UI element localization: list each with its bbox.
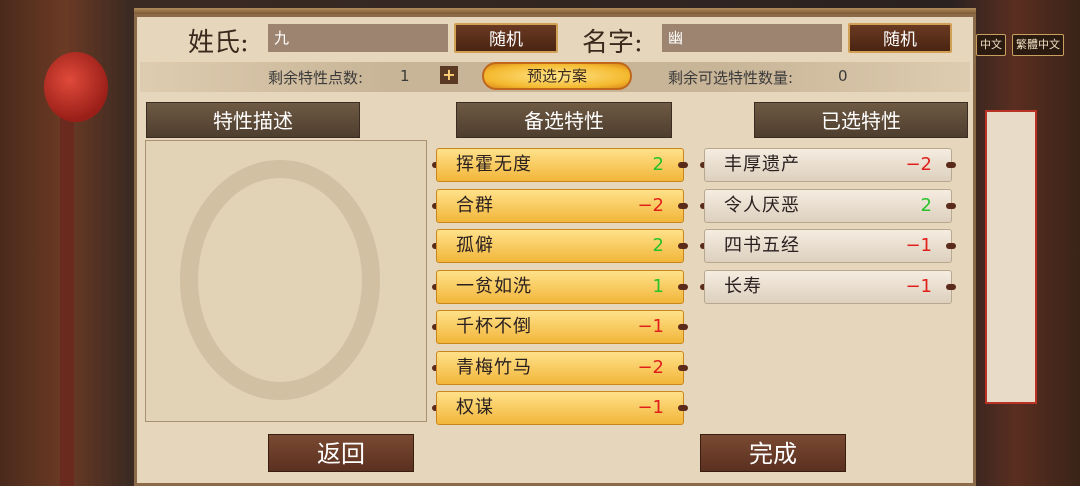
trait-value: −2	[637, 356, 664, 378]
pin-icon	[946, 243, 956, 249]
pin-icon	[946, 162, 956, 168]
surname-random-button[interactable]: 随机	[454, 23, 558, 53]
lantern-decoration	[44, 52, 108, 122]
givenname-random-button[interactable]: 随机	[848, 23, 952, 53]
surname-input[interactable]: 九	[268, 24, 448, 52]
language-simplified-button[interactable]: 中文	[976, 34, 1006, 56]
trait-value: 2	[652, 235, 664, 256]
tab-selected-traits: 已选特性	[754, 102, 968, 138]
tab-trait-description: 特性描述	[146, 102, 360, 138]
background-pole	[60, 60, 74, 486]
trait-value: 2	[652, 154, 664, 175]
add-points-plus-icon[interactable]: +	[440, 66, 458, 84]
available-trait-item[interactable]: 千杯不倒 −1	[432, 310, 688, 344]
selected-trait-item[interactable]: 丰厚遗产 −2	[700, 148, 956, 182]
pin-icon	[678, 405, 688, 411]
trait-name: 青梅竹马	[456, 356, 532, 378]
trait-name: 孤僻	[456, 235, 494, 256]
available-trait-item[interactable]: 一贫如洗 1	[432, 269, 688, 304]
trait-name: 四书五经	[724, 235, 800, 256]
pin-icon	[678, 324, 688, 330]
tab-available-traits: 备选特性	[456, 102, 672, 138]
trait-value: −1	[637, 316, 664, 337]
trait-value: −1	[637, 397, 664, 418]
done-button[interactable]: 完成	[700, 434, 846, 472]
pin-icon	[678, 243, 688, 249]
trait-name: 一贫如洗	[456, 275, 532, 297]
selected-trait-item[interactable]: 令人厌恶 2	[700, 188, 956, 223]
trait-value: 1	[652, 275, 664, 297]
trait-value: 2	[920, 194, 932, 216]
remaining-points-label: 剩余特性点数:	[268, 69, 364, 87]
available-trait-item[interactable]: 孤僻 2	[432, 229, 688, 263]
background-banner	[985, 110, 1037, 404]
pin-icon	[678, 162, 688, 168]
available-trait-item[interactable]: 合群 −2	[432, 188, 688, 223]
trait-name: 令人厌恶	[724, 194, 800, 216]
givenname-input[interactable]: 幽	[662, 24, 842, 52]
back-button[interactable]: 返回	[268, 434, 414, 472]
cloud-swirl-decoration	[180, 160, 380, 400]
trait-name: 千杯不倒	[456, 316, 532, 337]
trait-name: 权谋	[456, 397, 494, 418]
trait-value: −2	[637, 194, 664, 216]
surname-label: 姓氏:	[188, 28, 249, 58]
trait-value: −1	[905, 235, 932, 256]
selected-trait-item[interactable]: 长寿 −1	[700, 269, 956, 304]
trait-name: 合群	[456, 194, 494, 216]
trait-name: 挥霍无度	[456, 154, 532, 175]
available-trait-item[interactable]: 权谋 −1	[432, 391, 688, 425]
remaining-points-value: 1	[400, 67, 410, 85]
trait-value: −2	[905, 154, 932, 175]
remaining-selectable-label: 剩余可选特性数量:	[668, 69, 794, 87]
pin-icon	[678, 283, 688, 290]
pin-icon	[946, 283, 956, 290]
preset-plan-button[interactable]: 预选方案	[482, 62, 632, 90]
givenname-label: 名字:	[582, 28, 643, 58]
remaining-selectable-value: 0	[838, 67, 848, 85]
available-trait-item[interactable]: 挥霍无度 2	[432, 148, 688, 182]
available-trait-item[interactable]: 青梅竹马 −2	[432, 350, 688, 385]
trait-name: 长寿	[724, 275, 762, 297]
trait-name: 丰厚遗产	[724, 154, 800, 175]
language-traditional-button[interactable]: 繁體中文	[1012, 34, 1064, 56]
pin-icon	[678, 364, 688, 371]
trait-value: −1	[905, 275, 932, 297]
pin-icon	[946, 202, 956, 209]
pin-icon	[678, 202, 688, 209]
selected-trait-item[interactable]: 四书五经 −1	[700, 229, 956, 263]
